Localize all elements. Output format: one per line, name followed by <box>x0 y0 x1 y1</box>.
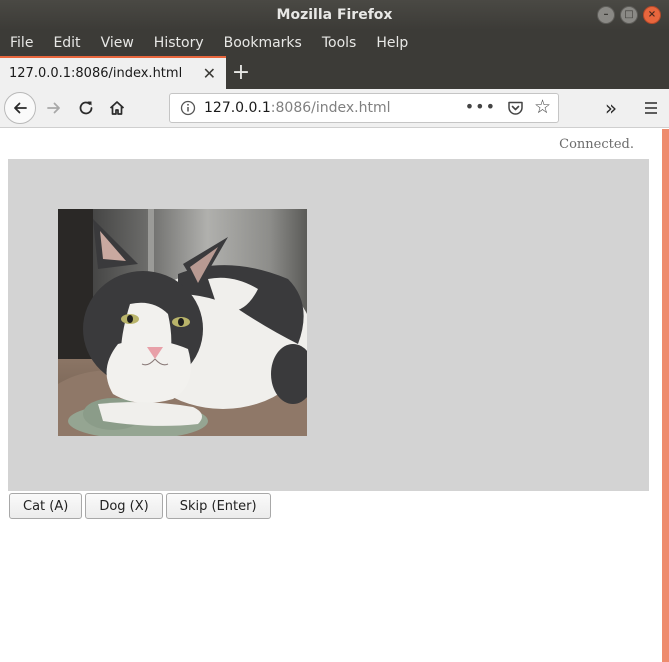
menu-file[interactable]: File <box>10 35 33 51</box>
close-window-icon[interactable]: × <box>643 6 661 24</box>
tab-title: 127.0.0.1:8086/index.html <box>9 66 183 81</box>
maximize-icon[interactable]: □ <box>620 6 638 24</box>
tab-strip: 127.0.0.1:8086/index.html ✕ + <box>0 56 669 89</box>
forward-arrow-icon[interactable] <box>43 97 65 119</box>
window-titlebar: Mozilla Firefox – □ × <box>0 0 669 30</box>
back-arrow-icon <box>14 102 27 114</box>
label-button-row: Cat (A) Dog (X) Skip (Enter) <box>9 493 271 519</box>
cat-photo <box>58 209 307 436</box>
url-path: :8086/index.html <box>270 100 391 116</box>
menu-bookmarks[interactable]: Bookmarks <box>224 35 302 51</box>
minimize-icon[interactable]: – <box>597 6 615 24</box>
tab-active[interactable]: 127.0.0.1:8086/index.html ✕ <box>0 56 226 89</box>
site-info-icon[interactable] <box>180 100 196 120</box>
window-controls: – □ × <box>597 6 661 24</box>
menu-view[interactable]: View <box>101 35 134 51</box>
menu-tools[interactable]: Tools <box>322 35 357 51</box>
connection-status: Connected. <box>559 137 634 152</box>
url-host: 127.0.0.1 <box>204 100 271 116</box>
image-panel <box>8 159 649 491</box>
new-tab-icon[interactable]: + <box>227 56 255 89</box>
page-content: Connected. Cat (A) Dog (X) Skip (Enter) <box>0 129 669 662</box>
hamburger-menu-icon[interactable] <box>640 97 662 119</box>
back-button[interactable] <box>4 92 36 124</box>
menu-edit[interactable]: Edit <box>53 35 80 51</box>
page-actions-icon[interactable]: ••• <box>465 97 496 116</box>
cat-button[interactable]: Cat (A) <box>9 493 83 519</box>
home-icon[interactable] <box>106 97 128 119</box>
dog-button[interactable]: Dog (X) <box>85 493 163 519</box>
menu-history[interactable]: History <box>154 35 204 51</box>
skip-button[interactable]: Skip (Enter) <box>165 493 271 519</box>
url-bar[interactable]: 127.0.0.1:8086/index.html ••• ☆ <box>169 93 559 123</box>
bookmark-star-icon[interactable]: ☆ <box>534 98 551 117</box>
menu-bar: File Edit View History Bookmarks Tools H… <box>0 30 669 56</box>
menu-help[interactable]: Help <box>376 35 408 51</box>
reload-icon[interactable] <box>75 97 97 119</box>
url-text: 127.0.0.1:8086/index.html <box>204 100 391 116</box>
overflow-chevron-icon[interactable]: » <box>600 96 622 120</box>
close-tab-icon[interactable]: ✕ <box>203 64 216 83</box>
navigation-toolbar: 127.0.0.1:8086/index.html ••• ☆ » <box>0 89 669 128</box>
scrollbar[interactable] <box>662 129 669 662</box>
pocket-icon[interactable] <box>507 100 524 120</box>
window-title: Mozilla Firefox <box>276 7 393 23</box>
